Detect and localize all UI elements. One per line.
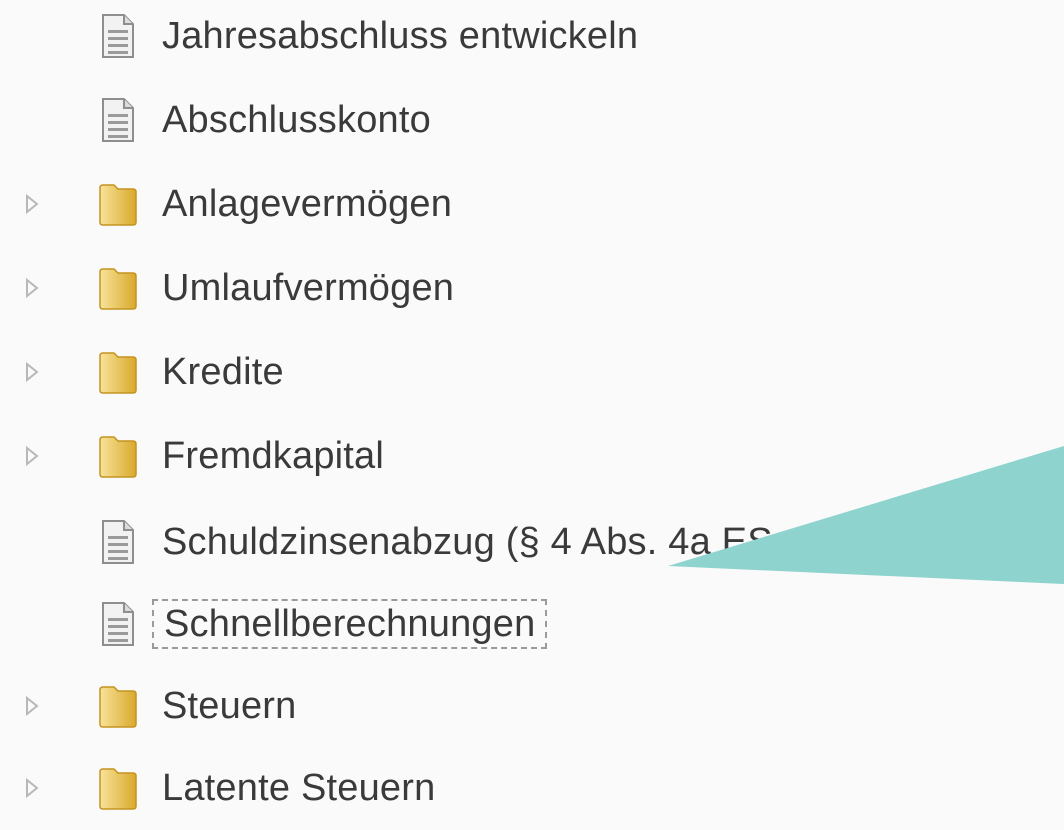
- tree-item-schnellberechnungen[interactable]: Schnellberechnungen: [0, 582, 1000, 666]
- tree-item-anlagevermoegen[interactable]: Anlagevermögen: [0, 162, 1000, 246]
- folder-icon: [96, 682, 140, 730]
- tree-item-fremdkapital[interactable]: Fremdkapital: [0, 414, 1000, 498]
- tree-item-label: Anlagevermögen: [162, 183, 453, 225]
- tree-view: Jahresabschluss entwickeln Abschlusskont…: [0, 0, 1064, 822]
- tree-item-label: Fremdkapital: [162, 435, 385, 477]
- tree-item-label: Schuldzinsenabzug (§ 4 Abs. 4a ES: [162, 521, 773, 563]
- document-icon: [96, 518, 140, 566]
- tree-item-label-focused: Schnellberechnungen: [152, 599, 548, 649]
- document-icon: [96, 12, 140, 60]
- tree-item-abschlusskonto[interactable]: Abschlusskonto: [0, 78, 1000, 162]
- tree-item-latente-steuern[interactable]: Latente Steuern: [0, 746, 1000, 830]
- document-icon: [96, 96, 140, 144]
- folder-icon: [96, 348, 140, 396]
- folder-icon: [96, 764, 140, 812]
- document-icon: [96, 600, 140, 648]
- tree-item-label: Steuern: [162, 685, 297, 727]
- tree-item-umlaufvermoegen[interactable]: Umlaufvermögen: [0, 246, 1000, 330]
- folder-icon: [96, 264, 140, 312]
- tree-item-label: Kredite: [162, 351, 284, 393]
- expand-arrow-icon[interactable]: [22, 361, 42, 383]
- tree-item-kredite[interactable]: Kredite: [0, 330, 1000, 414]
- expand-arrow-icon[interactable]: [22, 777, 42, 799]
- expand-arrow-icon[interactable]: [22, 695, 42, 717]
- tree-item-label: Umlaufvermögen: [162, 267, 455, 309]
- expand-arrow-icon[interactable]: [22, 445, 42, 467]
- folder-icon: [96, 432, 140, 480]
- tree-item-jahresabschluss[interactable]: Jahresabschluss entwickeln: [0, 0, 1000, 78]
- tree-item-steuern[interactable]: Steuern: [0, 664, 1000, 748]
- tree-item-label: Latente Steuern: [162, 767, 436, 809]
- tree-item-label: Abschlusskonto: [162, 99, 431, 141]
- expand-arrow-icon[interactable]: [22, 193, 42, 215]
- tree-item-schuldzinsenabzug[interactable]: Schuldzinsenabzug (§ 4 Abs. 4a ES: [0, 500, 1000, 584]
- expand-arrow-icon[interactable]: [22, 277, 42, 299]
- folder-icon: [96, 180, 140, 228]
- tree-item-label: Jahresabschluss entwickeln: [162, 15, 639, 57]
